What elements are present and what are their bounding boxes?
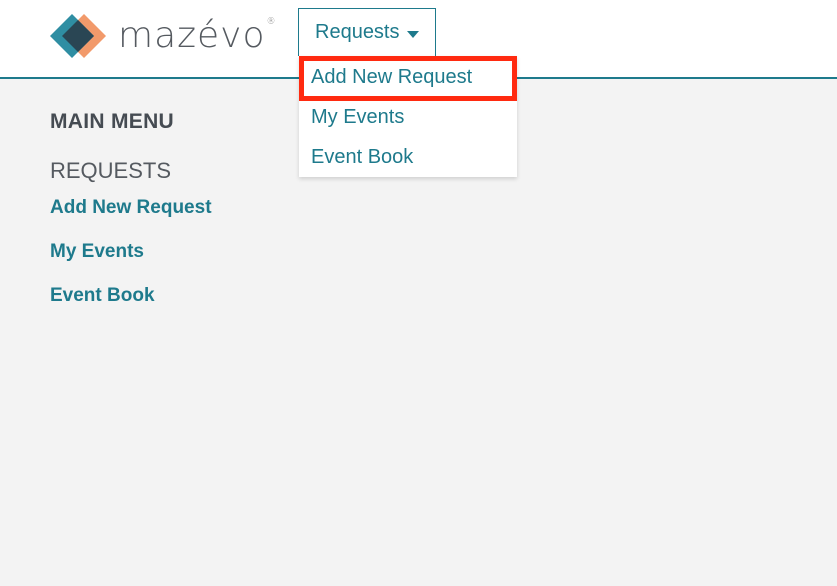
dropdown-item-my-events[interactable]: My Events [311, 106, 404, 129]
brand-wordmark: mazévo® [118, 15, 277, 56]
requests-menu-label: Requests [315, 21, 400, 43]
sidebar-link-my-events[interactable]: My Events [50, 241, 144, 263]
caret-down-icon [406, 30, 419, 38]
logo-mark-icon [50, 14, 106, 58]
requests-section-title: REQUESTS [50, 158, 172, 183]
dropdown-item-add-new-request[interactable]: Add New Request [311, 66, 472, 89]
requests-dropdown: Add New Request My Events Event Book [299, 56, 517, 177]
main-menu-title: MAIN MENU [50, 110, 175, 133]
registered-mark: ® [266, 17, 277, 27]
sidebar-link-add-new-request[interactable]: Add New Request [50, 197, 212, 219]
mazevo-logo[interactable]: mazévo® [50, 14, 277, 58]
dropdown-item-event-book[interactable]: Event Book [311, 146, 413, 169]
sidebar-link-event-book[interactable]: Event Book [50, 285, 155, 307]
requests-menu-button[interactable]: Requests [298, 8, 436, 56]
